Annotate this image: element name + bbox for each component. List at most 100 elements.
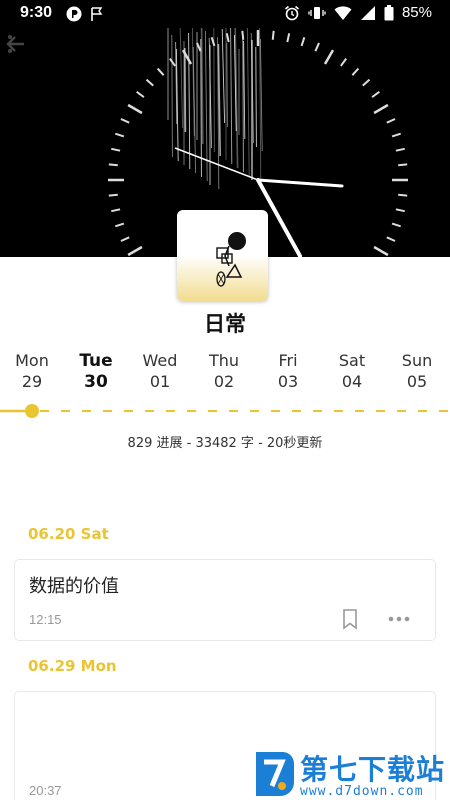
light-streak [171, 34, 173, 158]
status-notification-icons [66, 6, 104, 22]
clock-tick [156, 67, 165, 76]
battery-percent: 85% [401, 4, 432, 21]
clock-tick [323, 49, 335, 65]
entry-date-header: 06.29 Mon [28, 657, 117, 675]
light-streak [204, 30, 208, 182]
day-number: 04 [341, 372, 363, 391]
watermark-logo: 第七下载站 www.d7down.com [252, 748, 448, 800]
day-fri[interactable]: Fri 03 [256, 350, 320, 392]
clock-tick [395, 147, 405, 152]
day-number: 02 [213, 372, 235, 391]
day-name: Mon [15, 351, 49, 370]
clock-tick [386, 118, 396, 124]
clock-tick [108, 193, 118, 197]
clock-tick [314, 42, 320, 52]
clock-tick [391, 222, 401, 228]
day-wed[interactable]: Wed 01 [128, 350, 192, 392]
light-streak [242, 33, 244, 173]
clock-tick [127, 103, 143, 115]
clock-tick [136, 91, 145, 98]
clock-tick [395, 208, 405, 213]
light-streak [179, 28, 184, 129]
more-horiz-icon[interactable] [387, 608, 411, 630]
clock-tick [169, 58, 176, 67]
watermark-title: 第七下载站 [300, 753, 446, 786]
day-number: 30 [84, 372, 108, 392]
day-number: 29 [21, 372, 43, 391]
light-streak [184, 47, 187, 133]
vibrate-icon [308, 6, 326, 19]
clock-tick [145, 78, 154, 87]
clock-tick [340, 58, 347, 67]
entry-date-header: 06.20 Sat [28, 525, 109, 543]
light-streak [246, 28, 250, 177]
clock-tick [351, 67, 360, 76]
day-tue[interactable]: Tue 30 [64, 350, 128, 392]
clock-tick [371, 91, 380, 98]
entry-title: 数据的价值 [29, 576, 119, 597]
status-time: 9:30 [20, 4, 53, 21]
day-name: Fri [278, 351, 298, 370]
second-hand [174, 147, 259, 181]
week-timeline [0, 404, 450, 418]
signal-icon [360, 5, 375, 20]
clock-tick [362, 78, 371, 87]
clock-tick [108, 163, 118, 167]
clock-tick [196, 42, 202, 52]
clock-tick [286, 33, 291, 43]
timeline-current-dot[interactable] [25, 404, 39, 418]
battery-icon [384, 4, 394, 20]
day-name: Wed [142, 351, 178, 370]
clock-tick [398, 193, 408, 197]
light-streaks [167, 28, 263, 190]
bookmark-icon[interactable] [339, 608, 361, 630]
clock-tick [398, 163, 408, 167]
notebook-title: 日常 [204, 312, 246, 336]
light-streak [243, 40, 246, 140]
clock-tick [115, 132, 125, 138]
entry-time: 20:37 [29, 783, 62, 798]
day-number: 01 [149, 372, 171, 391]
day-name: Sun [401, 351, 433, 370]
day-sun[interactable]: Sun 05 [385, 350, 449, 392]
notebook-cover[interactable] [177, 210, 268, 301]
clock-tick [120, 118, 130, 124]
clock-tick [111, 208, 121, 213]
entry-time: 12:15 [29, 612, 62, 627]
minute-hand [256, 178, 344, 188]
clock-tick [120, 236, 130, 242]
light-streak [255, 46, 257, 148]
entry-card[interactable]: 数据的价值 12:15 [14, 559, 436, 641]
light-streak [200, 28, 204, 145]
more-vert-icon[interactable] [0, 28, 20, 60]
day-number: 03 [277, 372, 299, 391]
app-notification-icon [66, 6, 82, 22]
wifi-icon [334, 5, 352, 20]
notebook-stats: 829 进展 - 33482 字 - 20秒更新 [127, 436, 323, 451]
notebook-cover-illustration [216, 232, 246, 287]
status-right: 85% [284, 4, 432, 21]
week-selector: Mon 29 Tue 30 Wed 01 Thu 02 Fri 03 Sat 0… [0, 350, 450, 400]
day-name: Thu [208, 351, 240, 370]
clock-tick [127, 245, 143, 257]
day-sat[interactable]: Sat 04 [320, 350, 384, 392]
light-streak [221, 28, 226, 124]
alarm-icon [284, 5, 299, 20]
clock-tick [241, 30, 245, 40]
watermark-url: www.d7down.com [300, 784, 424, 799]
clock-tick [300, 37, 306, 47]
clock-tick [111, 147, 121, 152]
day-number: 05 [406, 372, 428, 391]
clock-tick [391, 132, 401, 138]
light-streak [230, 28, 233, 165]
clock-tick [373, 103, 389, 115]
light-streak [188, 32, 191, 170]
light-streak [213, 28, 215, 153]
watermark-d7-icon [256, 752, 294, 796]
day-mon[interactable]: Mon 29 [0, 350, 64, 392]
day-thu[interactable]: Thu 02 [192, 350, 256, 392]
clock-tick [373, 245, 389, 257]
clock-tick [115, 222, 125, 228]
clock-tick [271, 30, 275, 40]
day-name: Tue [79, 351, 113, 371]
